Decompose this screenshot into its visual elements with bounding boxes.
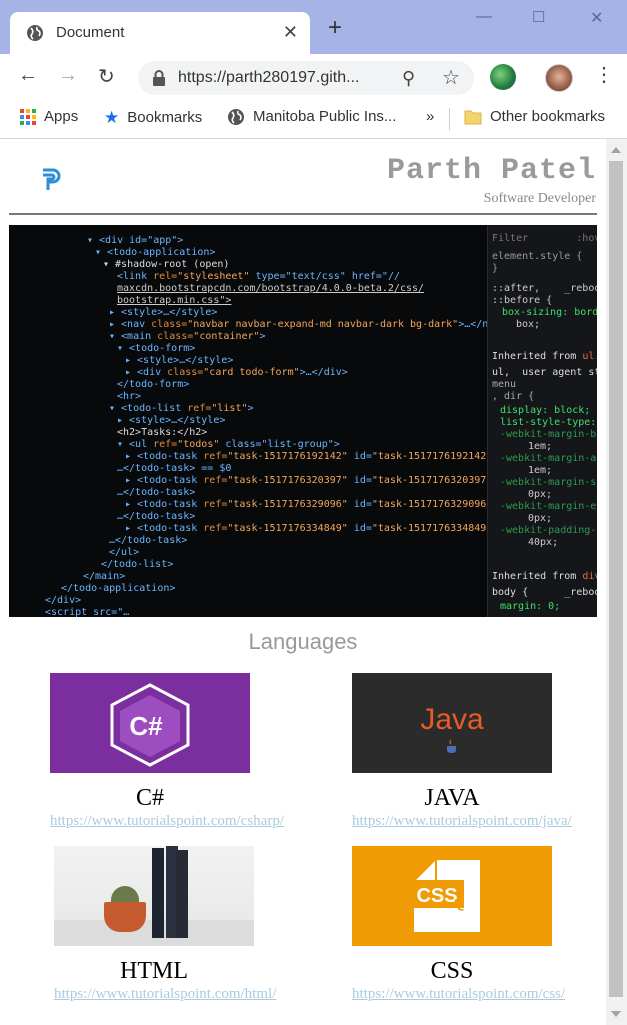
- tab-document[interactable]: Document ✕: [10, 12, 310, 54]
- language-link[interactable]: https://www.tutorialspoint.com/css/: [352, 986, 565, 1003]
- star-icon: ★: [104, 108, 120, 127]
- address-bar[interactable]: https://parth280197.gith... ⚲ ☆: [138, 61, 474, 95]
- back-icon[interactable]: ←: [18, 64, 38, 87]
- book: [152, 848, 164, 938]
- bookmark-apps-label: Apps: [44, 108, 79, 125]
- reload-icon[interactable]: ↻: [98, 64, 115, 89]
- scroll-down-icon[interactable]: [611, 1011, 621, 1017]
- divider: [449, 108, 450, 130]
- globe-icon: [228, 109, 244, 126]
- css-file-icon: CSS { }: [410, 860, 492, 932]
- avatar[interactable]: [545, 64, 573, 92]
- language-name: JAVA: [424, 785, 480, 811]
- coffee-cup-icon: [447, 739, 456, 753]
- window-close-icon[interactable]: ✕: [590, 8, 603, 28]
- csharp-hexagon-icon: C#: [110, 683, 190, 767]
- browser-titlebar: Document ✕ + — ☐ ✕: [0, 0, 627, 54]
- bookmark-bookmarks-label: Bookmarks: [127, 108, 203, 126]
- tab-title: Document: [56, 24, 125, 41]
- logo[interactable]: [40, 167, 64, 193]
- language-name: CSS: [430, 958, 474, 984]
- section-title: Languages: [248, 629, 358, 654]
- language-name: C#: [135, 785, 164, 811]
- bookmark-manitoba-label: Manitoba Public Ins...: [253, 108, 397, 125]
- language-link[interactable]: https://www.tutorialspoint.com/csharp/: [50, 813, 284, 830]
- zoom-icon[interactable]: ⚲: [402, 68, 415, 89]
- plant-pot-icon: [104, 902, 146, 932]
- star-icon[interactable]: ☆: [442, 65, 460, 90]
- bookmark-other[interactable]: Other bookmarks: [464, 108, 605, 126]
- html-image[interactable]: [54, 846, 254, 946]
- csharp-logo-text: C#: [129, 711, 163, 741]
- plus-icon[interactable]: +: [328, 16, 342, 40]
- bookmark-other-label: Other bookmarks: [490, 108, 606, 125]
- language-card-html: HTML https://www.tutorialspoint.com/html…: [54, 846, 276, 1003]
- scrollbar-thumb[interactable]: [609, 161, 623, 997]
- minimize-icon[interactable]: —: [476, 8, 492, 26]
- globe-icon: [27, 25, 43, 41]
- bookmark-bookmarks[interactable]: ★ Bookmarks: [104, 108, 202, 128]
- scroll-up-icon[interactable]: [611, 147, 621, 153]
- maximize-icon[interactable]: ☐: [532, 8, 545, 26]
- apps-grid-icon: [20, 109, 36, 126]
- language-card-csharp: C# C# https://www.tutorialspoint.com/csh…: [50, 673, 284, 830]
- css-logo[interactable]: CSS { }: [352, 846, 552, 946]
- bookmark-apps[interactable]: Apps: [20, 108, 79, 126]
- hero-code-image: ▾ <div id="app"> ▾ <todo-application> ▾ …: [9, 225, 597, 617]
- menu-icon[interactable]: ⋮: [594, 65, 614, 85]
- language-card-java: Java JAVA https://www.tutorialspoint.com…: [352, 673, 572, 830]
- site-subtitle: Software Developer: [483, 191, 596, 206]
- close-icon[interactable]: ✕: [283, 22, 298, 43]
- vertical-scrollbar[interactable]: [606, 139, 627, 1025]
- bookmark-manitoba[interactable]: Manitoba Public Ins...: [227, 108, 396, 126]
- bookmarks-bar: Apps ★ Bookmarks Manitoba Public Ins... »…: [0, 100, 627, 139]
- browser-toolbar: ← → ↻ https://parth280197.gith... ⚲ ☆ ⋮: [0, 54, 627, 100]
- lock-icon[interactable]: [150, 69, 168, 87]
- language-link[interactable]: https://www.tutorialspoint.com/html/: [54, 986, 276, 1003]
- java-logo[interactable]: Java: [352, 673, 552, 773]
- folder-icon: [464, 110, 482, 125]
- extension-icon[interactable]: [490, 64, 516, 90]
- devtools-styles-panel: Filter :hov element.style { } ::after, _…: [487, 225, 597, 617]
- site-name: Parth Patel: [386, 154, 596, 188]
- url-text[interactable]: https://parth280197.gith...: [178, 69, 359, 87]
- csharp-logo[interactable]: C#: [50, 673, 250, 773]
- language-link[interactable]: https://www.tutorialspoint.com/java/: [352, 813, 572, 830]
- bookmarks-overflow[interactable]: »: [426, 108, 434, 125]
- svg-text:{ }: { }: [452, 888, 492, 913]
- book: [176, 850, 188, 938]
- forward-icon[interactable]: →: [58, 64, 78, 87]
- language-card-css: CSS { } CSS https://www.tutorialspoint.c…: [352, 846, 565, 1003]
- java-logo-text: Java: [420, 703, 484, 736]
- language-name: HTML: [120, 958, 188, 984]
- header-divider: [9, 213, 597, 215]
- page-viewport: Parth Patel Software Developer ▾ <div id…: [0, 139, 606, 1025]
